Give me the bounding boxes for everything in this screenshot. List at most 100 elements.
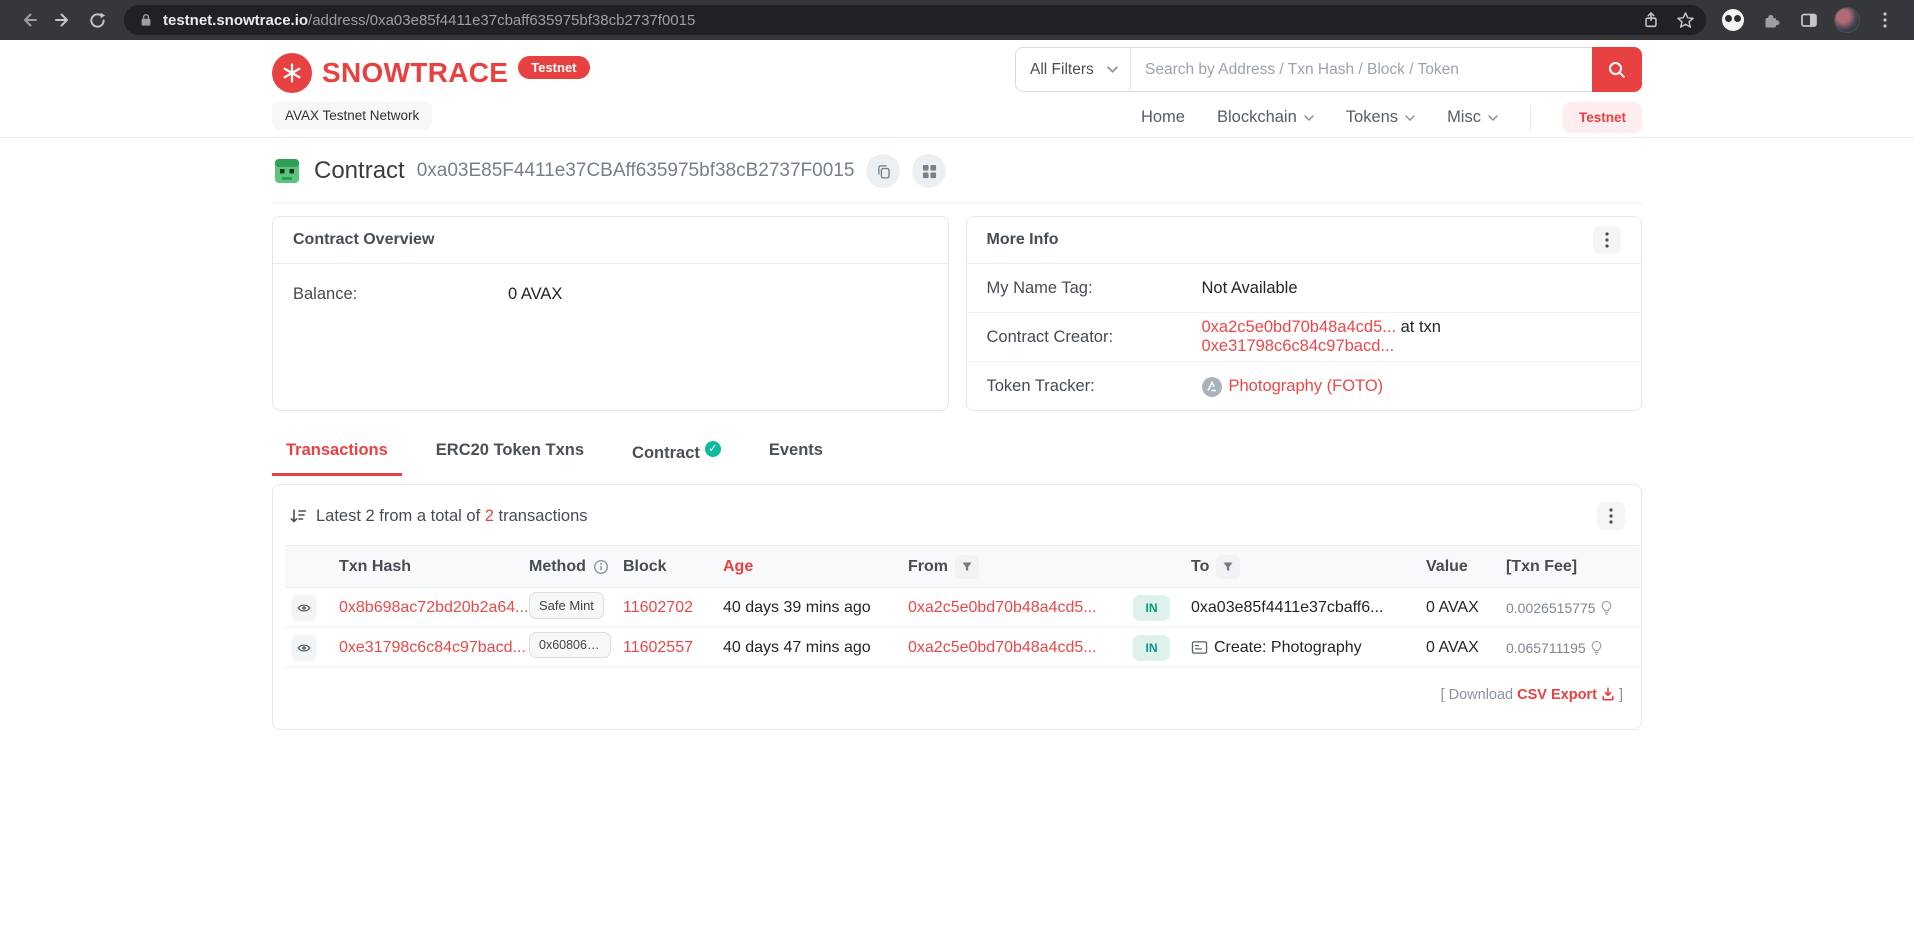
- chevron-down-icon: [1488, 114, 1498, 121]
- side-panel-button[interactable]: [1792, 3, 1826, 37]
- forward-arrow-icon: [55, 13, 68, 27]
- nav-blockchain[interactable]: Blockchain: [1217, 108, 1314, 127]
- nav-tokens-label: Tokens: [1345, 108, 1399, 126]
- filter-icon: [962, 562, 972, 571]
- share-button[interactable]: [1634, 3, 1668, 37]
- refresh-button[interactable]: [80, 3, 114, 37]
- txn-hash-link[interactable]: 0xe31798c6c84c97bacd...: [339, 639, 526, 656]
- txn-fee-value: 0.0026515775: [1506, 599, 1596, 616]
- col-from: From: [902, 545, 1127, 588]
- token-tracker-link[interactable]: Photography (FOTO): [1229, 377, 1384, 396]
- browser-menu-button[interactable]: [1868, 3, 1902, 37]
- network-label: AVAX Testnet Network: [272, 102, 433, 129]
- address-bar[interactable]: testnet.snowtrace.io/address/0xa03e85f44…: [124, 5, 1706, 35]
- star-icon: [1676, 11, 1694, 28]
- sidebar-icon: [1801, 13, 1817, 27]
- refresh-icon: [89, 12, 105, 28]
- tx-details-button[interactable]: [291, 634, 317, 661]
- back-button[interactable]: [12, 3, 46, 37]
- profile-button[interactable]: [1830, 3, 1864, 37]
- tab-transactions[interactable]: Transactions: [272, 435, 402, 476]
- table-row: 0xe31798c6c84c97bacd... 0x60806040 11602…: [285, 627, 1640, 668]
- dots-vertical-icon: [1609, 508, 1613, 524]
- search-icon: [1609, 61, 1625, 78]
- owl-extension-icon: [1722, 9, 1744, 31]
- txn-fee-value: 0.065711195: [1506, 639, 1586, 656]
- creator-address-link[interactable]: 0xa2c5e0bd70b48a4cd5...: [1202, 318, 1397, 336]
- tab-bar: Transactions ERC20 Token Txns Contract ✓ …: [272, 435, 1642, 476]
- search-filter-select[interactable]: All Filters: [1015, 47, 1131, 92]
- transactions-menu-button[interactable]: [1597, 502, 1625, 530]
- extension-owl-button[interactable]: [1716, 3, 1750, 37]
- from-filter-button[interactable]: [955, 554, 979, 579]
- col-eye: [285, 545, 333, 588]
- block-link[interactable]: 11602702: [623, 599, 693, 616]
- balance-label: Balance:: [293, 285, 358, 303]
- transactions-summary: Latest 2 from a total of 2 transactions: [289, 507, 588, 526]
- tab-contract[interactable]: Contract ✓: [618, 435, 735, 476]
- nav-misc[interactable]: Misc: [1447, 108, 1498, 127]
- summary-count: 2: [484, 506, 494, 525]
- col-method: Method: [523, 545, 617, 588]
- csv-export-link[interactable]: CSV Export: [1517, 687, 1597, 703]
- filter-icon: [1223, 562, 1233, 571]
- chevron-down-icon: [1107, 66, 1118, 73]
- nav-tokens[interactable]: Tokens: [1346, 108, 1415, 127]
- nav-blockchain-label: Blockchain: [1216, 108, 1297, 126]
- col-age[interactable]: Age: [717, 545, 902, 588]
- site-logo[interactable]: SNOWTRACE Testnet: [272, 53, 590, 93]
- transactions-table: Txn Hash Method Block Age From To Value …: [285, 545, 1640, 668]
- csv-suffix: ]: [1618, 687, 1623, 703]
- qr-code-button[interactable]: [912, 154, 947, 188]
- tab-erc20-token-txns[interactable]: ERC20 Token Txns: [422, 435, 598, 476]
- age-value: 40 days 39 mins ago: [723, 598, 871, 616]
- block-link[interactable]: 11602557: [623, 639, 693, 656]
- tx-details-button[interactable]: [291, 594, 317, 621]
- nav-network-switch[interactable]: Testnet: [1562, 102, 1642, 133]
- from-address-link[interactable]: 0xa2c5e0bd70b48a4cd5...: [908, 599, 1097, 616]
- copy-address-button[interactable]: [866, 154, 901, 188]
- col-to: To: [1185, 545, 1420, 588]
- copy-icon: [878, 164, 890, 179]
- col-direction: [1127, 545, 1185, 588]
- bookmark-button[interactable]: [1668, 3, 1702, 37]
- col-method-label: Method: [529, 557, 586, 575]
- search-button[interactable]: [1592, 47, 1642, 92]
- dots-vertical-icon: [1883, 12, 1887, 28]
- tab-contract-label: Contract: [632, 444, 700, 462]
- age-value: 40 days 47 mins ago: [723, 638, 871, 656]
- nav-home[interactable]: Home: [1141, 108, 1185, 127]
- lock-icon: [141, 14, 151, 26]
- download-icon: [1602, 687, 1614, 701]
- avatar: [1834, 7, 1860, 33]
- eye-icon: [297, 604, 311, 611]
- snowtrace-logo-icon: [272, 53, 312, 93]
- info-icon[interactable]: [593, 559, 609, 575]
- brand-name: SNOWTRACE: [322, 57, 509, 88]
- more-info-card: More Info My Name Tag: Not Available Con…: [965, 216, 1642, 411]
- tab-events[interactable]: Events: [755, 435, 837, 476]
- contract-address: 0xa03E85F4411e37CBAff635975bf38cB2737F00…: [416, 160, 855, 181]
- sort-icon: [290, 509, 307, 523]
- contract-creator-row: Contract Creator: 0xa2c5e0bd70b48a4cd5..…: [966, 313, 1641, 362]
- search-input[interactable]: [1131, 47, 1592, 92]
- more-info-card-title: More Info: [986, 231, 1059, 248]
- extensions-button[interactable]: [1754, 3, 1788, 37]
- lightbulb-icon: [1601, 600, 1611, 615]
- col-value: Value: [1420, 545, 1500, 588]
- creation-txn-link[interactable]: 0xe31798c6c84c97bacd...: [1202, 337, 1395, 355]
- dots-vertical-icon: [1605, 232, 1609, 248]
- share-icon: [1645, 11, 1657, 28]
- more-info-menu-button[interactable]: [1593, 226, 1621, 254]
- to-filter-button[interactable]: [1216, 554, 1241, 579]
- contract-avatar-icon: [275, 159, 299, 183]
- txn-hash-link[interactable]: 0x8b698ac72bd20b2a64...: [339, 599, 529, 616]
- forward-button[interactable]: [46, 3, 80, 37]
- contract-creator-label: Contract Creator:: [986, 327, 1114, 346]
- transactions-panel: Latest 2 from a total of 2 transactions …: [272, 484, 1642, 730]
- back-arrow-icon: [24, 13, 37, 27]
- name-tag-row: My Name Tag: Not Available: [966, 264, 1641, 313]
- from-address-link[interactable]: 0xa2c5e0bd70b48a4cd5...: [908, 639, 1097, 656]
- main-nav: Home Blockchain Tokens Misc Testnet: [1141, 102, 1642, 133]
- to-contract-creation: Create: Photography: [1214, 638, 1362, 656]
